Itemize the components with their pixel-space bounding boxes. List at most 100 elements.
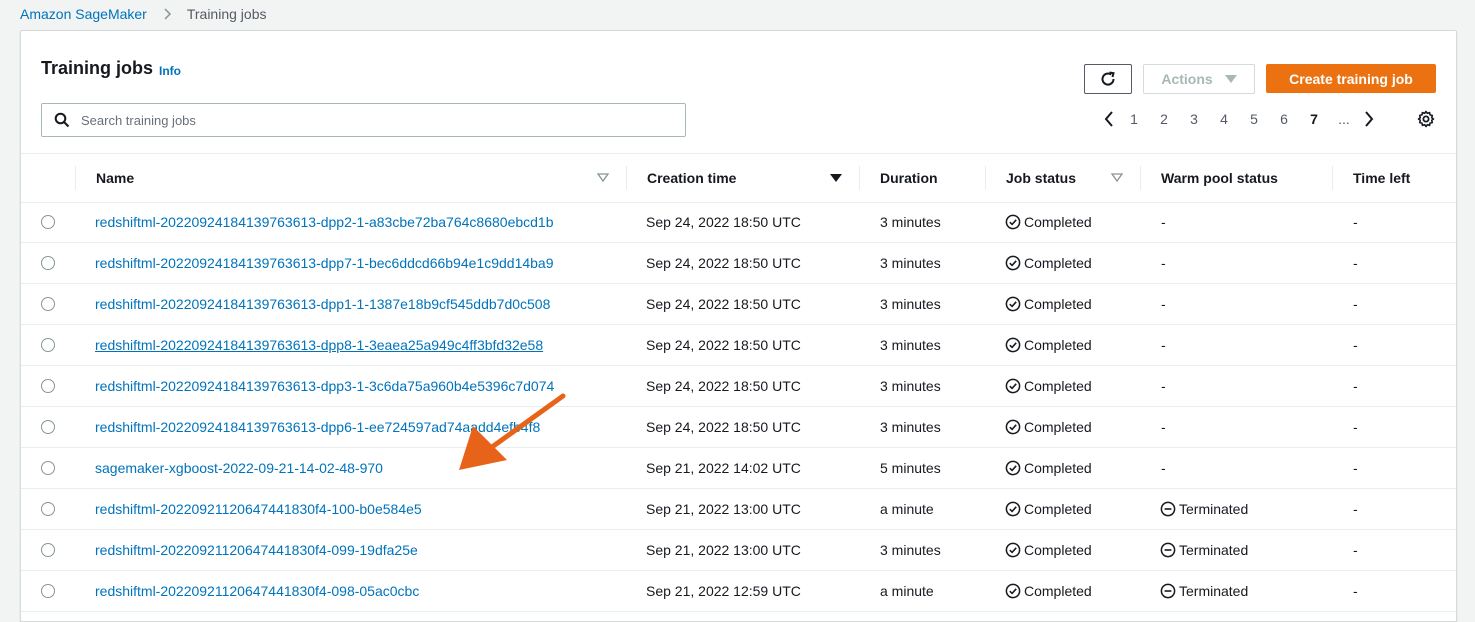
job-status-text: Completed xyxy=(1024,296,1092,312)
time-left-cell: - xyxy=(1353,583,1358,599)
table-row[interactable]: redshiftml-20220924184139763613-dpp6-1-e… xyxy=(21,407,1456,448)
table-row[interactable]: redshiftml-20220924184139763613-dpp3-1-3… xyxy=(21,366,1456,407)
refresh-icon xyxy=(1099,70,1117,88)
job-status-cell: Completed xyxy=(1005,407,1092,447)
job-name-link[interactable]: redshiftml-20220924184139763613-dpp7-1-b… xyxy=(95,255,554,271)
breadcrumb-current: Training jobs xyxy=(186,6,267,22)
table-row[interactable]: redshiftml-20220924184139763613-dpp8-1-3… xyxy=(21,325,1456,366)
row-select-radio[interactable] xyxy=(41,502,55,516)
duration-cell: 3 minutes xyxy=(880,378,941,394)
job-status-cell: Completed xyxy=(1005,489,1092,529)
sort-descending-icon[interactable] xyxy=(829,171,843,185)
refresh-button[interactable] xyxy=(1084,64,1132,94)
search-icon xyxy=(54,112,70,128)
job-name-link[interactable]: redshiftml-20220924184139763613-dpp8-1-3… xyxy=(95,337,543,353)
warm-pool-status-text: - xyxy=(1161,337,1166,353)
job-status-cell: Completed xyxy=(1005,243,1092,283)
table-row[interactable]: redshiftml-20220924184139763613-dpp1-1-1… xyxy=(21,284,1456,325)
time-left-cell: - xyxy=(1353,378,1358,394)
row-select-radio[interactable] xyxy=(41,215,55,229)
job-name-link[interactable]: redshiftml-20220924184139763613-dpp2-1-a… xyxy=(95,214,554,230)
duration-cell: 3 minutes xyxy=(880,214,941,230)
page-3[interactable]: 3 xyxy=(1179,111,1209,127)
column-divider xyxy=(985,166,986,190)
row-select-radio[interactable] xyxy=(41,379,55,393)
table-row[interactable]: redshiftml-20220921120647441830f4-099-19… xyxy=(21,530,1456,571)
page-6[interactable]: 6 xyxy=(1269,111,1299,127)
table-header: Name Creation time Duration Job status W… xyxy=(21,153,1456,203)
page-7[interactable]: 7 xyxy=(1299,111,1329,127)
warm-pool-status-text: Terminated xyxy=(1179,583,1249,599)
job-status-text: Completed xyxy=(1024,255,1092,271)
page-5[interactable]: 5 xyxy=(1239,111,1269,127)
duration-cell: a minute xyxy=(880,583,934,599)
status-terminated-icon xyxy=(1160,501,1176,517)
status-completed-icon xyxy=(1005,296,1021,312)
status-completed-icon xyxy=(1005,583,1021,599)
creation-time-cell: Sep 24, 2022 18:50 UTC xyxy=(646,337,801,353)
status-completed-icon xyxy=(1005,460,1021,476)
table-body: redshiftml-20220924184139763613-dpp2-1-a… xyxy=(21,202,1456,612)
status-completed-icon xyxy=(1005,501,1021,517)
column-header-creation-time[interactable]: Creation time xyxy=(647,154,736,202)
job-status-text: Completed xyxy=(1024,460,1092,476)
job-status-text: Completed xyxy=(1024,378,1092,394)
row-select-radio[interactable] xyxy=(41,420,55,434)
warm-pool-status-text: - xyxy=(1161,378,1166,394)
job-name-link[interactable]: redshiftml-20220921120647441830f4-100-b0… xyxy=(95,501,422,517)
page-2[interactable]: 2 xyxy=(1149,111,1179,127)
row-select-radio[interactable] xyxy=(41,338,55,352)
creation-time-cell: Sep 24, 2022 18:50 UTC xyxy=(646,296,801,312)
table-row[interactable]: redshiftml-20220921120647441830f4-098-05… xyxy=(21,571,1456,612)
previous-page-icon[interactable] xyxy=(1099,109,1119,129)
page-1[interactable]: 1 xyxy=(1119,111,1149,127)
create-training-job-button[interactable]: Create training job xyxy=(1266,64,1436,93)
job-name-link[interactable]: redshiftml-20220924184139763613-dpp1-1-1… xyxy=(95,296,550,312)
warm-pool-status-cell: - xyxy=(1161,202,1166,242)
column-header-duration[interactable]: Duration xyxy=(880,154,938,202)
row-select-radio[interactable] xyxy=(41,256,55,270)
actions-dropdown[interactable]: Actions xyxy=(1143,64,1255,94)
warm-pool-status-text: Terminated xyxy=(1179,501,1249,517)
creation-time-cell: Sep 24, 2022 18:50 UTC xyxy=(646,378,801,394)
warm-pool-status-cell: - xyxy=(1161,243,1166,283)
warm-pool-status-text: Terminated xyxy=(1179,542,1249,558)
creation-time-cell: Sep 21, 2022 13:00 UTC xyxy=(646,542,801,558)
column-divider xyxy=(626,166,627,190)
next-page-icon[interactable] xyxy=(1359,109,1379,129)
column-header-name[interactable]: Name xyxy=(96,154,134,202)
job-name-link[interactable]: redshiftml-20220921120647441830f4-098-05… xyxy=(95,583,419,599)
row-select-radio[interactable] xyxy=(41,297,55,311)
job-status-cell: Completed xyxy=(1005,571,1092,611)
row-select-radio[interactable] xyxy=(41,461,55,475)
job-status-cell: Completed xyxy=(1005,284,1092,324)
column-header-job-status[interactable]: Job status xyxy=(1006,154,1076,202)
breadcrumb-root[interactable]: Amazon SageMaker xyxy=(20,6,147,22)
status-completed-icon xyxy=(1005,419,1021,435)
job-status-text: Completed xyxy=(1024,214,1092,230)
job-status-text: Completed xyxy=(1024,419,1092,435)
page-4[interactable]: 4 xyxy=(1209,111,1239,127)
job-name-link[interactable]: redshiftml-20220921120647441830f4-099-19… xyxy=(95,542,418,558)
info-link[interactable]: Info xyxy=(159,64,181,78)
time-left-cell: - xyxy=(1353,337,1358,353)
table-row[interactable]: redshiftml-20220924184139763613-dpp2-1-a… xyxy=(21,202,1456,243)
warm-pool-status-text: - xyxy=(1161,460,1166,476)
settings-gear-icon[interactable] xyxy=(1416,109,1436,129)
creation-time-cell: Sep 21, 2022 13:00 UTC xyxy=(646,501,801,517)
job-name-link[interactable]: redshiftml-20220924184139763613-dpp3-1-3… xyxy=(95,378,554,394)
column-divider xyxy=(859,166,860,190)
column-header-warm-pool-status[interactable]: Warm pool status xyxy=(1161,154,1278,202)
job-name-link[interactable]: sagemaker-xgboost-2022-09-21-14-02-48-97… xyxy=(95,460,383,476)
job-name-link[interactable]: redshiftml-20220924184139763613-dpp6-1-e… xyxy=(95,419,540,435)
search-input[interactable] xyxy=(79,111,643,129)
table-row[interactable]: redshiftml-20220924184139763613-dpp7-1-b… xyxy=(21,243,1456,284)
sort-icon[interactable] xyxy=(1110,171,1124,185)
row-select-radio[interactable] xyxy=(41,584,55,598)
table-row[interactable]: redshiftml-20220921120647441830f4-100-b0… xyxy=(21,489,1456,530)
row-select-radio[interactable] xyxy=(41,543,55,557)
sort-icon[interactable] xyxy=(596,171,610,185)
column-header-time-left[interactable]: Time left xyxy=(1353,154,1410,202)
job-status-text: Completed xyxy=(1024,542,1092,558)
table-row[interactable]: sagemaker-xgboost-2022-09-21-14-02-48-97… xyxy=(21,448,1456,489)
